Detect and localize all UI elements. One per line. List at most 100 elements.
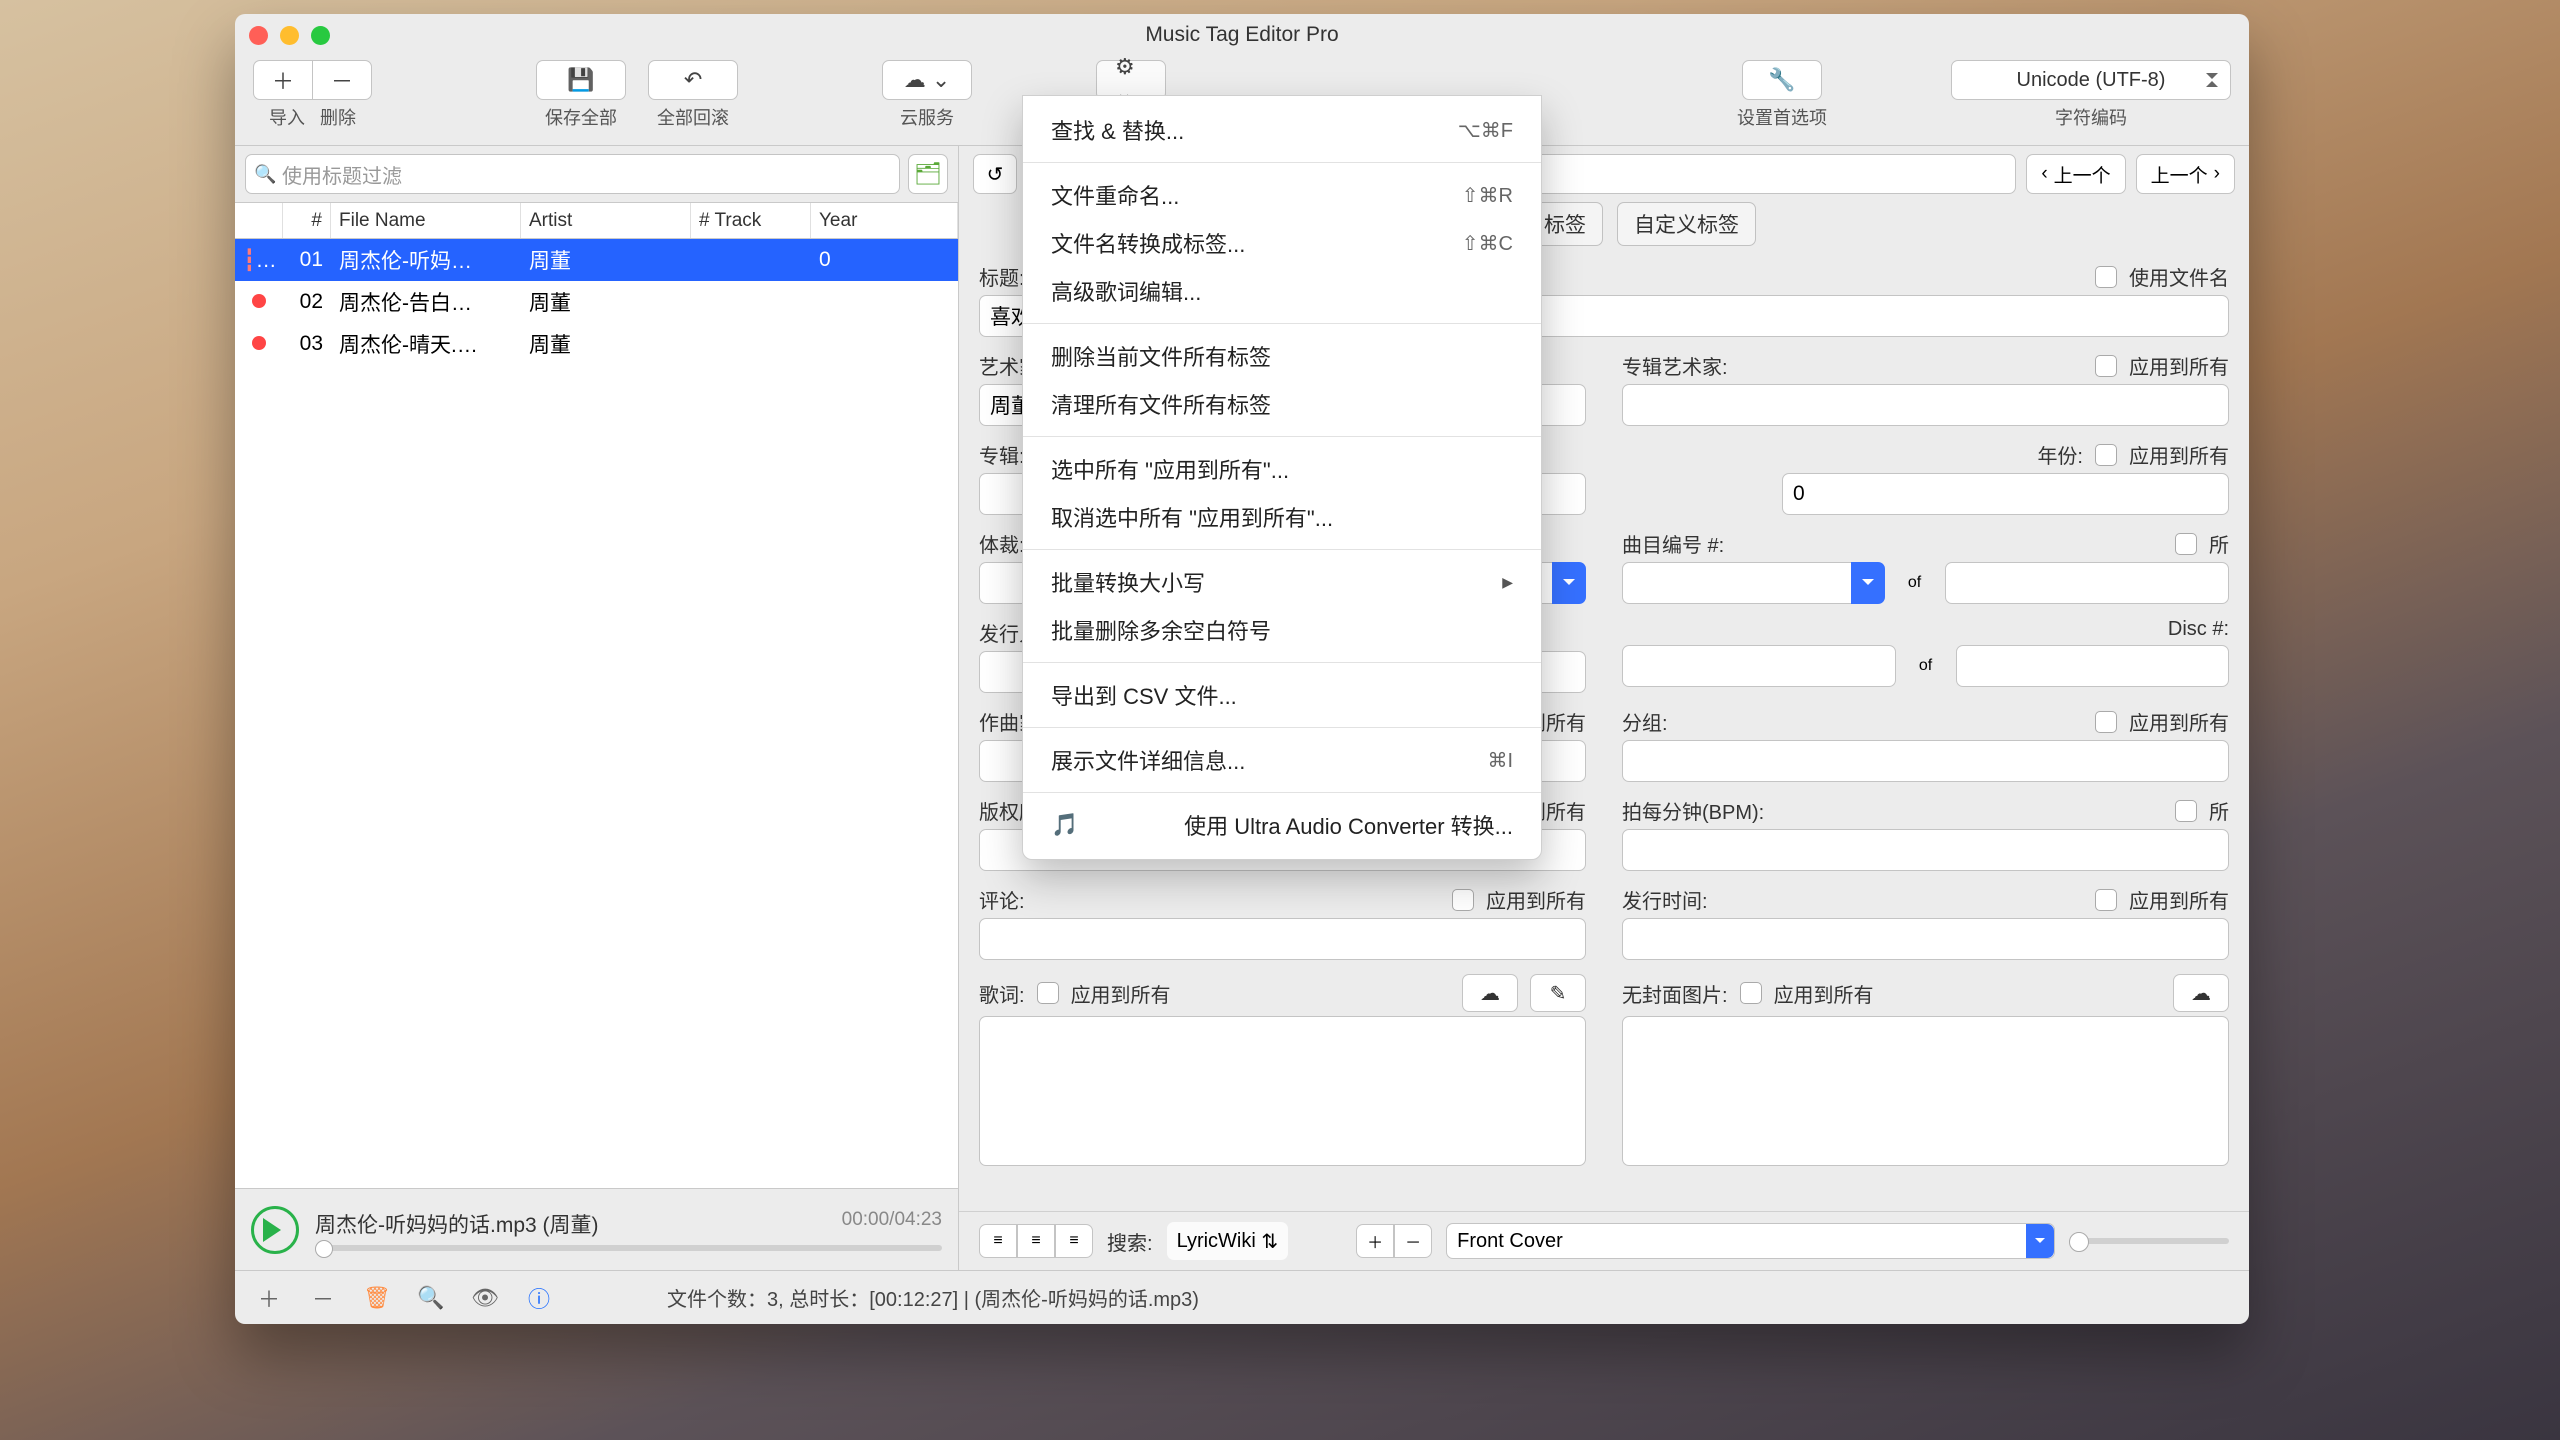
mi-export-csv[interactable]: 导出到 CSV 文件...	[1023, 671, 1541, 719]
close-icon[interactable]	[249, 26, 268, 45]
lyrics-edit-button[interactable]: ✎	[1530, 974, 1586, 1012]
chk-cover-all[interactable]	[1740, 982, 1762, 1004]
play-button[interactable]	[251, 1206, 299, 1254]
chk-use-filename[interactable]	[2095, 266, 2117, 288]
save-all-button[interactable]: 💾	[536, 60, 626, 100]
label-group: 分组:	[1622, 707, 1668, 736]
input-comment[interactable]	[979, 918, 1586, 960]
zoom-icon[interactable]	[311, 26, 330, 45]
input-year[interactable]: 0	[1782, 473, 2229, 515]
input-group[interactable]	[1622, 740, 2229, 782]
chk-comment-all[interactable]	[1452, 889, 1474, 911]
next-button[interactable]: 上一个 ›	[2136, 154, 2235, 194]
label-use-filename: 使用文件名	[2129, 262, 2229, 291]
mi-batch-case[interactable]: 批量转换大小写	[1023, 558, 1541, 606]
gear-menu-button[interactable]: ⚙︎ ⌄	[1096, 60, 1166, 100]
input-track-total[interactable]	[1945, 562, 2230, 604]
mi-show-file-info[interactable]: 展示文件详细信息...⌘I	[1023, 736, 1541, 784]
align-left-button[interactable]: ≡	[979, 1224, 1017, 1258]
prefs-button[interactable]: 🔧	[1742, 60, 1822, 100]
input-disc-no[interactable]	[1622, 645, 1896, 687]
file-table: # File Name Artist # Track Year ┇┃┇01周杰伦…	[235, 202, 958, 1188]
input-bpm[interactable]	[1622, 829, 2229, 871]
revert-all-button[interactable]: ↶	[648, 60, 738, 100]
save-all-label: 保存全部	[545, 104, 617, 130]
tab-custom-tags[interactable]: 自定义标签	[1617, 202, 1756, 246]
col-year[interactable]: Year	[811, 203, 958, 238]
encoding-label: 字符编码	[2055, 104, 2127, 130]
label-comment: 评论:	[979, 885, 1025, 914]
mi-deselect-all-apply[interactable]: 取消选中所有 "应用到所有"...	[1023, 493, 1541, 541]
label-bpm: 拍每分钟(BPM):	[1622, 796, 1764, 825]
sb-zoom-button[interactable]: 🔍	[411, 1281, 451, 1315]
col-num[interactable]: #	[283, 203, 331, 238]
lyric-source-select[interactable]: LyricWiki ⇅	[1167, 1222, 1289, 1260]
table-row[interactable]: 02周杰伦-告白…周董	[235, 281, 958, 323]
filter-input[interactable]: 使用标题过滤	[245, 154, 900, 194]
eye-icon[interactable]: 👁	[465, 1281, 505, 1315]
align-buttons: ≡ ≡ ≡	[979, 1224, 1093, 1258]
trash-icon[interactable]: 🗑	[357, 1281, 397, 1315]
player: 周杰伦-听妈妈的话.mp3 (周董) 00:00/04:23	[235, 1188, 958, 1270]
chk-album-artist-all[interactable]	[2095, 355, 2117, 377]
col-artist[interactable]: Artist	[521, 203, 691, 238]
label-album-artist: 专辑艺术家:	[1622, 351, 1728, 380]
sb-add-button[interactable]: ＋	[249, 1281, 289, 1315]
chk-lyrics-all[interactable]	[1037, 982, 1059, 1004]
cover-cloud-button[interactable]: ☁︎	[2173, 974, 2229, 1012]
mi-clean-all-tags[interactable]: 清理所有文件所有标签	[1023, 380, 1541, 428]
input-album-artist[interactable]	[1622, 384, 2229, 426]
mi-batch-trim[interactable]: 批量删除多余空白符号	[1023, 606, 1541, 654]
prefs-label: 设置首选项	[1737, 104, 1827, 130]
prev-button[interactable]: ‹ 上一个	[2026, 154, 2125, 194]
mi-find-replace[interactable]: 查找 & 替换...⌥⌘F	[1023, 106, 1541, 154]
chk-year-all[interactable]	[2095, 444, 2117, 466]
cover-image-box[interactable]	[1622, 1016, 2229, 1166]
titlebar: Music Tag Editor Pro	[235, 14, 2249, 56]
mi-select-all-apply[interactable]: 选中所有 "应用到所有"...	[1023, 445, 1541, 493]
status-text: 文件个数：3, 总时长：[00:12:27] | (周杰伦-听妈妈的话.mp3)	[667, 1283, 1199, 1312]
history-button[interactable]: ↺	[973, 154, 1017, 194]
track-dropdown-icon[interactable]	[1851, 562, 1885, 604]
cloud-button[interactable]: ☁︎ ⌄	[882, 60, 972, 100]
cover-remove-button[interactable]: －	[1394, 1224, 1432, 1258]
mi-fname-to-tag[interactable]: 文件名转换成标签...⇧⌘C	[1023, 219, 1541, 267]
chk-bpm-all[interactable]	[2175, 800, 2197, 822]
mi-rename[interactable]: 文件重命名...⇧⌘R	[1023, 171, 1541, 219]
minimize-icon[interactable]	[280, 26, 299, 45]
input-track-no[interactable]	[1622, 562, 1851, 604]
label-track-no: 曲目编号 #:	[1622, 529, 1724, 558]
lyrics-cloud-button[interactable]: ☁︎	[1462, 974, 1518, 1012]
input-disc-total[interactable]	[1956, 645, 2230, 687]
chk-group-all[interactable]	[2095, 711, 2117, 733]
mi-del-cur-tags[interactable]: 删除当前文件所有标签	[1023, 332, 1541, 380]
import-button[interactable]: ＋	[253, 60, 312, 100]
info-icon[interactable]: ⓘ	[519, 1281, 559, 1315]
input-release[interactable]	[1622, 918, 2229, 960]
label-genre: 体裁:	[979, 529, 1025, 558]
player-progress[interactable]	[315, 1245, 942, 1251]
sb-remove-button[interactable]: －	[303, 1281, 343, 1315]
align-right-button[interactable]: ≡	[1055, 1224, 1093, 1258]
mi-adv-lyrics[interactable]: 高级歌词编辑...	[1023, 267, 1541, 315]
col-file[interactable]: File Name	[331, 203, 521, 238]
chk-track-all[interactable]	[2175, 533, 2197, 555]
label-search: 搜索:	[1107, 1227, 1153, 1256]
delete-button[interactable]: －	[312, 60, 372, 100]
add-filter-button[interactable]: 🗂︎	[908, 154, 948, 194]
label-disc-no: Disc #:	[2168, 618, 2229, 641]
textarea-lyrics[interactable]	[979, 1016, 1586, 1166]
align-center-button[interactable]: ≡	[1017, 1224, 1055, 1258]
chk-release-all[interactable]	[2095, 889, 2117, 911]
cloud-label: 云服务	[900, 104, 954, 130]
table-row[interactable]: ┇┃┇01周杰伦-听妈…周董0	[235, 239, 958, 281]
col-track[interactable]: # Track	[691, 203, 811, 238]
genre-dropdown-icon[interactable]	[1552, 562, 1586, 604]
label-year: 年份:	[1622, 440, 2083, 469]
table-row[interactable]: 03周杰伦-晴天.…周董	[235, 323, 958, 365]
encoding-select[interactable]: Unicode (UTF-8)	[1951, 60, 2231, 100]
cover-zoom-slider[interactable]	[2069, 1238, 2229, 1244]
cover-add-button[interactable]: ＋	[1356, 1224, 1394, 1258]
cover-type-select[interactable]: Front Cover	[1446, 1223, 2055, 1259]
mi-ultra-convert[interactable]: 🎵 使用 Ultra Audio Converter 转换...	[1023, 801, 1541, 849]
